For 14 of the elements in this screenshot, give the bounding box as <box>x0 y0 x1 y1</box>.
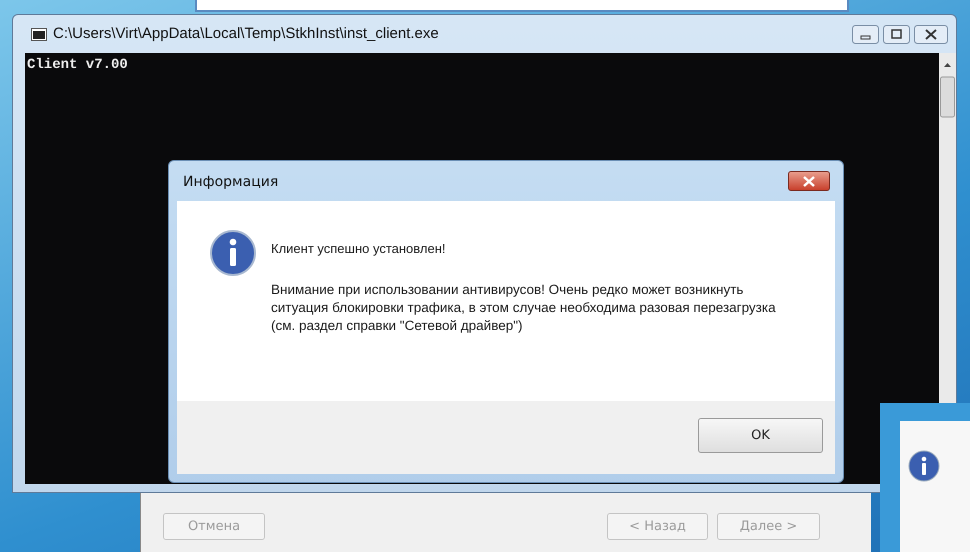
close-button[interactable] <box>788 171 830 191</box>
window-title: C:\Users\Virt\AppData\Local\Temp\StkhInst\inst_client.exe <box>53 25 439 42</box>
minimize-button[interactable] <box>852 25 879 44</box>
dialog-heading: Клиент успешно установлен! <box>271 241 446 256</box>
ok-button[interactable]: OK <box>698 418 823 453</box>
info-icon <box>209 229 257 277</box>
dialog-title: Информация <box>183 174 278 190</box>
info-icon <box>908 450 940 482</box>
console-text: Client v7.00 <box>27 57 128 73</box>
dialog-message: Внимание при использовании антивирусов! Очень редко может возникнуть ситуация блокировки трафика, в этом случае необходима разовая перезагрузка (см. раздел справки "Сетевой драйвер") <box>271 281 777 335</box>
maximize-button[interactable] <box>883 25 910 44</box>
console-icon <box>31 28 47 41</box>
close-button[interactable] <box>914 25 948 44</box>
close-icon <box>802 176 816 186</box>
